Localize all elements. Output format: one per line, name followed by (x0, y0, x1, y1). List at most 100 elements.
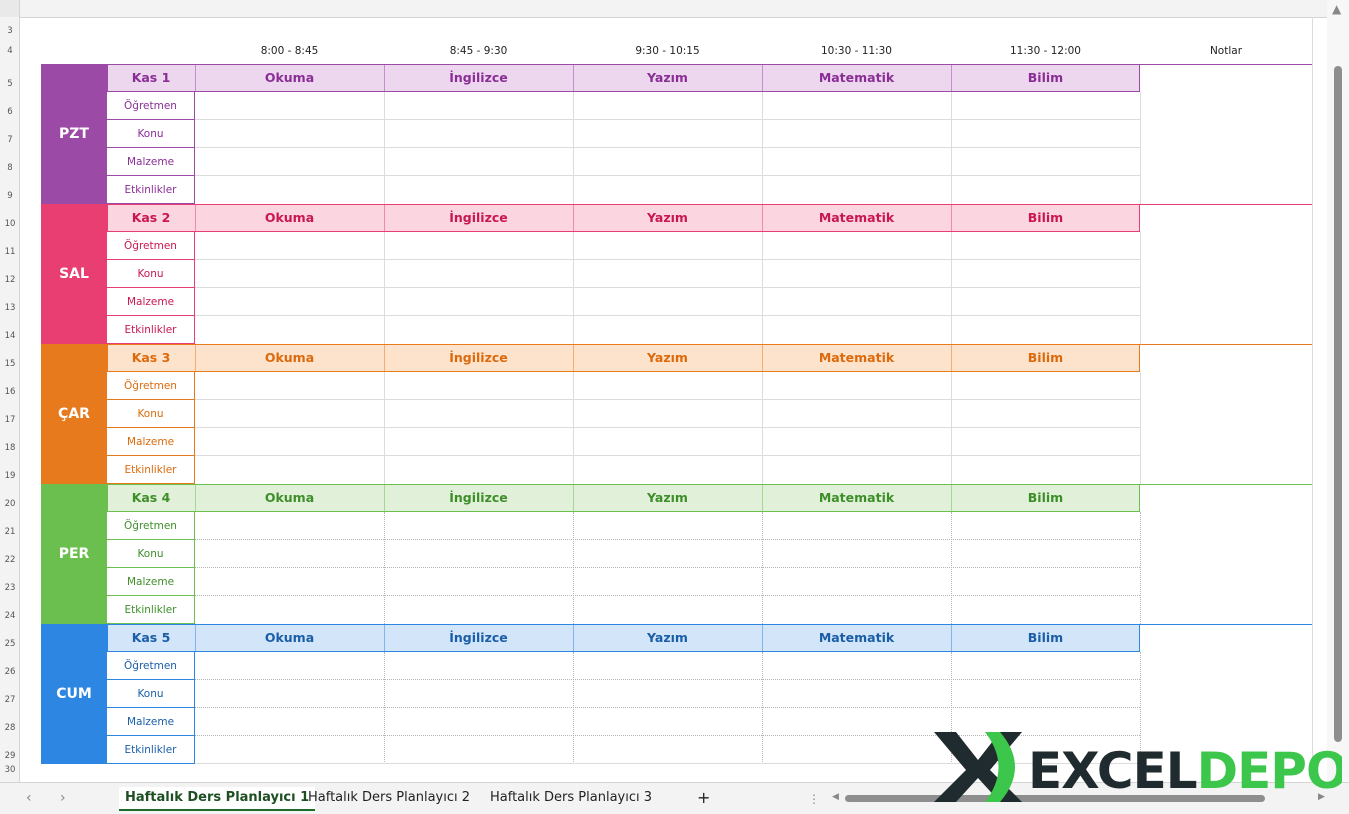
planner-cell[interactable] (951, 596, 1140, 624)
row-number-7[interactable]: 7 (0, 135, 20, 145)
subject-header[interactable]: Okuma (195, 624, 384, 652)
planner-cell[interactable] (573, 568, 762, 596)
planner-cell[interactable] (384, 92, 573, 120)
planner-cell[interactable] (384, 596, 573, 624)
row-number-6[interactable]: 6 (0, 107, 20, 117)
planner-cell[interactable] (195, 372, 384, 400)
scroll-up-icon[interactable]: ▲ (1332, 2, 1341, 16)
row-number-3[interactable]: 3 (0, 26, 20, 36)
planner-cell[interactable] (195, 736, 384, 764)
row-number-9[interactable]: 9 (0, 191, 20, 201)
planner-cell[interactable] (384, 176, 573, 204)
scroll-left-icon[interactable]: ◀ (832, 792, 839, 802)
planner-cell[interactable] (762, 596, 951, 624)
add-sheet-button[interactable]: + (697, 787, 710, 809)
planner-cell[interactable] (762, 680, 951, 708)
planner-cell[interactable] (951, 288, 1140, 316)
planner-cell[interactable] (573, 316, 762, 344)
subject-header[interactable]: İngilizce (384, 204, 573, 232)
row-number-26[interactable]: 26 (0, 667, 20, 677)
planner-cell[interactable] (951, 372, 1140, 400)
planner-cell[interactable] (195, 540, 384, 568)
subject-header[interactable]: İngilizce (384, 64, 573, 92)
tab-sheet-2[interactable]: Haftalık Ders Planlayıcı 2 (308, 787, 470, 809)
planner-cell[interactable] (573, 92, 762, 120)
planner-cell[interactable] (951, 428, 1140, 456)
row-number-14[interactable]: 14 (0, 331, 20, 341)
planner-cell[interactable] (762, 232, 951, 260)
planner-cell[interactable] (195, 288, 384, 316)
planner-cell[interactable] (384, 736, 573, 764)
row-number-30[interactable]: 30 (0, 765, 20, 775)
planner-cell[interactable] (762, 456, 951, 484)
tab-sheet-1[interactable]: Haftalık Ders Planlayıcı 1 (119, 787, 316, 811)
row-number-29[interactable]: 29 (0, 751, 20, 761)
row-number-13[interactable]: 13 (0, 303, 20, 313)
subject-header[interactable]: Bilim (951, 484, 1140, 512)
planner-cell[interactable] (573, 288, 762, 316)
prev-sheet-icon[interactable]: ‹ (26, 790, 32, 806)
planner-cell[interactable] (384, 288, 573, 316)
planner-cell[interactable] (573, 372, 762, 400)
subject-header[interactable]: Yazım (573, 344, 762, 372)
row-number-17[interactable]: 17 (0, 415, 20, 425)
planner-cell[interactable] (573, 680, 762, 708)
subject-header[interactable]: Bilim (951, 344, 1140, 372)
row-number-18[interactable]: 18 (0, 443, 20, 453)
planner-cell[interactable] (573, 512, 762, 540)
subject-header[interactable]: Matematik (762, 624, 951, 652)
planner-cell[interactable] (195, 92, 384, 120)
subject-header[interactable]: Bilim (951, 624, 1140, 652)
planner-cell[interactable] (384, 372, 573, 400)
subject-header[interactable]: Yazım (573, 64, 762, 92)
planner-cell[interactable] (573, 400, 762, 428)
planner-cell[interactable] (951, 260, 1140, 288)
row-number-19[interactable]: 19 (0, 471, 20, 481)
subject-header[interactable]: Yazım (573, 204, 762, 232)
row-number-12[interactable]: 12 (0, 275, 20, 285)
subject-header[interactable]: Matematik (762, 64, 951, 92)
planner-cell[interactable] (762, 176, 951, 204)
planner-cell[interactable] (951, 120, 1140, 148)
planner-cell[interactable] (951, 148, 1140, 176)
planner-cell[interactable] (195, 120, 384, 148)
planner-cell[interactable] (951, 316, 1140, 344)
planner-cell[interactable] (762, 316, 951, 344)
planner-cell[interactable] (951, 400, 1140, 428)
planner-cell[interactable] (195, 652, 384, 680)
planner-cell[interactable] (384, 708, 573, 736)
subject-header[interactable]: Okuma (195, 64, 384, 92)
planner-cell[interactable] (195, 316, 384, 344)
planner-cell[interactable] (762, 540, 951, 568)
planner-cell[interactable] (762, 708, 951, 736)
subject-header[interactable]: İngilizce (384, 624, 573, 652)
planner-cell[interactable] (573, 428, 762, 456)
notes-cell[interactable] (1140, 344, 1312, 484)
planner-cell[interactable] (573, 596, 762, 624)
subject-header[interactable]: Yazım (573, 624, 762, 652)
row-number-8[interactable]: 8 (0, 163, 20, 173)
planner-cell[interactable] (384, 120, 573, 148)
subject-header[interactable]: İngilizce (384, 484, 573, 512)
planner-cell[interactable] (384, 400, 573, 428)
row-number-20[interactable]: 20 (0, 499, 20, 509)
planner-cell[interactable] (573, 736, 762, 764)
planner-cell[interactable] (195, 232, 384, 260)
tab-split-handle-icon[interactable]: ⋮ (808, 792, 820, 806)
planner-cell[interactable] (762, 372, 951, 400)
planner-cell[interactable] (195, 680, 384, 708)
subject-header[interactable]: Yazım (573, 484, 762, 512)
planner-cell[interactable] (195, 148, 384, 176)
planner-cell[interactable] (573, 148, 762, 176)
planner-cell[interactable] (762, 288, 951, 316)
row-number-5[interactable]: 5 (0, 79, 20, 89)
planner-cell[interactable] (762, 148, 951, 176)
tab-sheet-3[interactable]: Haftalık Ders Planlayıcı 3 (490, 787, 652, 809)
next-sheet-icon[interactable]: › (60, 790, 66, 806)
planner-cell[interactable] (573, 120, 762, 148)
planner-cell[interactable] (384, 540, 573, 568)
subject-header[interactable]: Matematik (762, 344, 951, 372)
notes-cell[interactable] (1140, 204, 1312, 344)
planner-cell[interactable] (195, 596, 384, 624)
planner-cell[interactable] (951, 92, 1140, 120)
